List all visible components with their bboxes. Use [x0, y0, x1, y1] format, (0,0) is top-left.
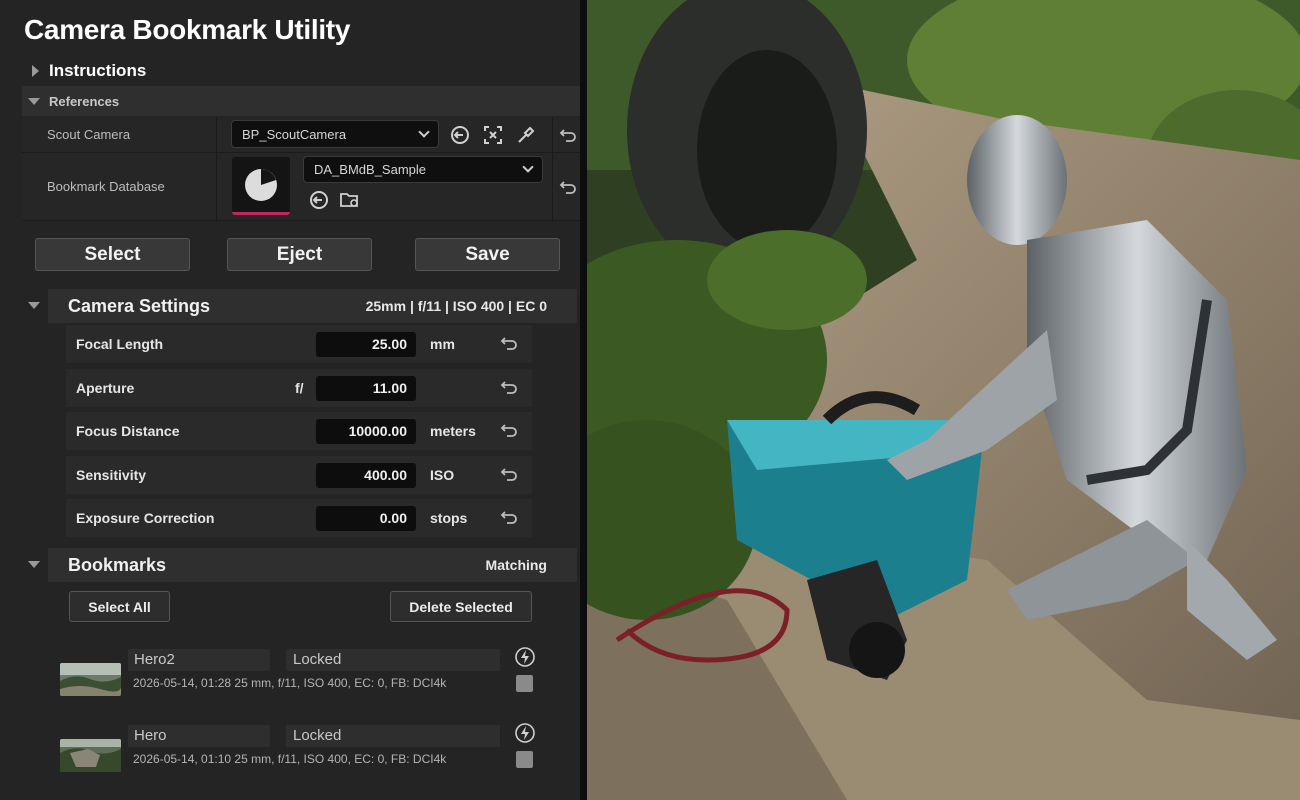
setting-row-sensitivity: Sensitivity 400.00 ISO	[66, 456, 532, 494]
bookmark-state-field[interactable]: Locked	[286, 725, 500, 747]
reset-icon[interactable]	[557, 176, 579, 198]
collapse-arrow-icon	[28, 97, 40, 105]
scene-render	[587, 0, 1300, 800]
setting-name: Exposure Correction	[76, 510, 215, 526]
collapse-arrow-icon	[28, 561, 40, 568]
level-viewport[interactable]	[587, 0, 1300, 800]
bookmark-list-item[interactable]: Hero Locked 2026-05-14, 01:10 25 mm, f/1…	[60, 722, 540, 783]
bookmark-database-value: DA_BMdB_Sample	[314, 162, 426, 177]
camera-settings-summary: 25mm | f/11 | ISO 400 | EC 0	[365, 298, 547, 314]
scout-camera-combo[interactable]: BP_ScoutCamera	[231, 120, 439, 148]
panel-splitter[interactable]	[580, 0, 587, 800]
collapse-arrow-icon	[28, 302, 40, 309]
bookmark-metadata: 2026-05-14, 01:10 25 mm, f/11, ISO 400, …	[133, 752, 447, 766]
setting-unit: meters	[430, 423, 476, 439]
setting-unit: stops	[430, 510, 468, 526]
eyedropper-icon[interactable]	[515, 124, 537, 146]
expand-arrow-icon	[32, 65, 39, 77]
focal-length-field[interactable]: 25.00	[316, 332, 416, 357]
save-button[interactable]: Save	[415, 238, 560, 271]
references-section-header[interactable]: References	[22, 86, 580, 116]
camera-settings-label: Camera Settings	[68, 296, 211, 316]
instructions-label: Instructions	[49, 61, 147, 80]
bookmark-checkbox[interactable]	[516, 675, 533, 692]
reset-icon[interactable]	[557, 124, 579, 146]
setting-row-focal-length: Focal Length 25.00 mm	[66, 325, 532, 363]
bookmark-database-row: Bookmark Database DA_BMdB_Sample	[22, 153, 580, 221]
column-divider	[216, 153, 217, 220]
browse-to-asset-icon[interactable]	[308, 189, 330, 211]
panel-title: Camera Bookmark Utility	[24, 14, 351, 45]
column-divider	[216, 117, 217, 152]
reset-icon[interactable]	[500, 421, 518, 444]
apply-bookmark-icon[interactable]	[514, 722, 536, 749]
browse-to-asset-icon[interactable]	[449, 124, 471, 146]
bookmarks-header[interactable]: Bookmarks Matching	[22, 548, 577, 582]
apply-bookmark-icon[interactable]	[514, 646, 536, 673]
bookmark-name-field[interactable]: Hero2	[128, 649, 270, 671]
bookmark-database-label: Bookmark Database	[47, 179, 165, 194]
bookmark-list-item[interactable]: Hero2 Locked 2026-05-14, 01:28 25 mm, f/…	[60, 646, 540, 707]
reset-icon[interactable]	[500, 334, 518, 357]
chevron-down-icon	[418, 126, 430, 138]
bookmark-utility-panel: Camera Bookmark Utility Instructions Ref…	[0, 0, 580, 800]
browse-folder-icon[interactable]	[339, 189, 361, 211]
bookmark-name-field[interactable]: Hero	[128, 725, 270, 747]
bookmark-thumbnail	[60, 663, 121, 696]
reset-icon[interactable]	[500, 508, 518, 531]
column-divider	[552, 117, 553, 152]
setting-row-focus-distance: Focus Distance 10000.00 meters	[66, 412, 532, 450]
camera-settings-header[interactable]: Camera Settings 25mm | f/11 | ISO 400 | …	[22, 289, 577, 323]
sensitivity-field[interactable]: 400.00	[316, 463, 416, 488]
instructions-section-header[interactable]: Instructions	[32, 60, 146, 82]
delete-selected-button[interactable]: Delete Selected	[390, 591, 532, 622]
references-label: References	[49, 93, 120, 109]
setting-name: Aperture	[76, 380, 135, 396]
bookmark-state-field[interactable]: Locked	[286, 649, 500, 671]
bookmark-checkbox[interactable]	[516, 751, 533, 768]
eject-button[interactable]: Eject	[227, 238, 372, 271]
setting-unit: mm	[430, 336, 455, 352]
exposure-correction-field[interactable]: 0.00	[316, 506, 416, 531]
aperture-field[interactable]: 11.00	[316, 376, 416, 401]
bookmark-database-combo[interactable]: DA_BMdB_Sample	[303, 156, 543, 183]
bookmark-thumbnail	[60, 739, 121, 772]
scout-camera-label: Scout Camera	[47, 127, 131, 142]
select-actor-icon[interactable]	[482, 124, 504, 146]
bookmarks-status: Matching	[485, 557, 547, 573]
bookmark-metadata: 2026-05-14, 01:28 25 mm, f/11, ISO 400, …	[133, 676, 447, 690]
reset-icon[interactable]	[500, 465, 518, 488]
setting-name: Focal Length	[76, 336, 164, 352]
chevron-down-icon	[522, 161, 534, 173]
scout-camera-row: Scout Camera BP_ScoutCamera	[22, 117, 580, 153]
setting-prefix: f/	[295, 380, 304, 396]
setting-row-exposure-correction: Exposure Correction 0.00 stops	[66, 499, 532, 537]
setting-name: Sensitivity	[76, 467, 147, 483]
setting-unit: ISO	[430, 467, 455, 483]
scout-camera-value: BP_ScoutCamera	[242, 127, 347, 142]
setting-row-aperture: Aperture f/ 11.00	[66, 369, 532, 407]
pie-asset-icon	[245, 169, 277, 201]
focus-distance-field[interactable]: 10000.00	[316, 419, 416, 444]
bookmarks-label: Bookmarks	[68, 555, 167, 575]
reset-icon[interactable]	[500, 378, 518, 401]
select-all-button[interactable]: Select All	[69, 591, 170, 622]
select-button[interactable]: Select	[35, 238, 190, 271]
column-divider	[552, 153, 553, 220]
database-asset-thumbnail[interactable]	[232, 157, 290, 215]
setting-name: Focus Distance	[76, 423, 180, 439]
